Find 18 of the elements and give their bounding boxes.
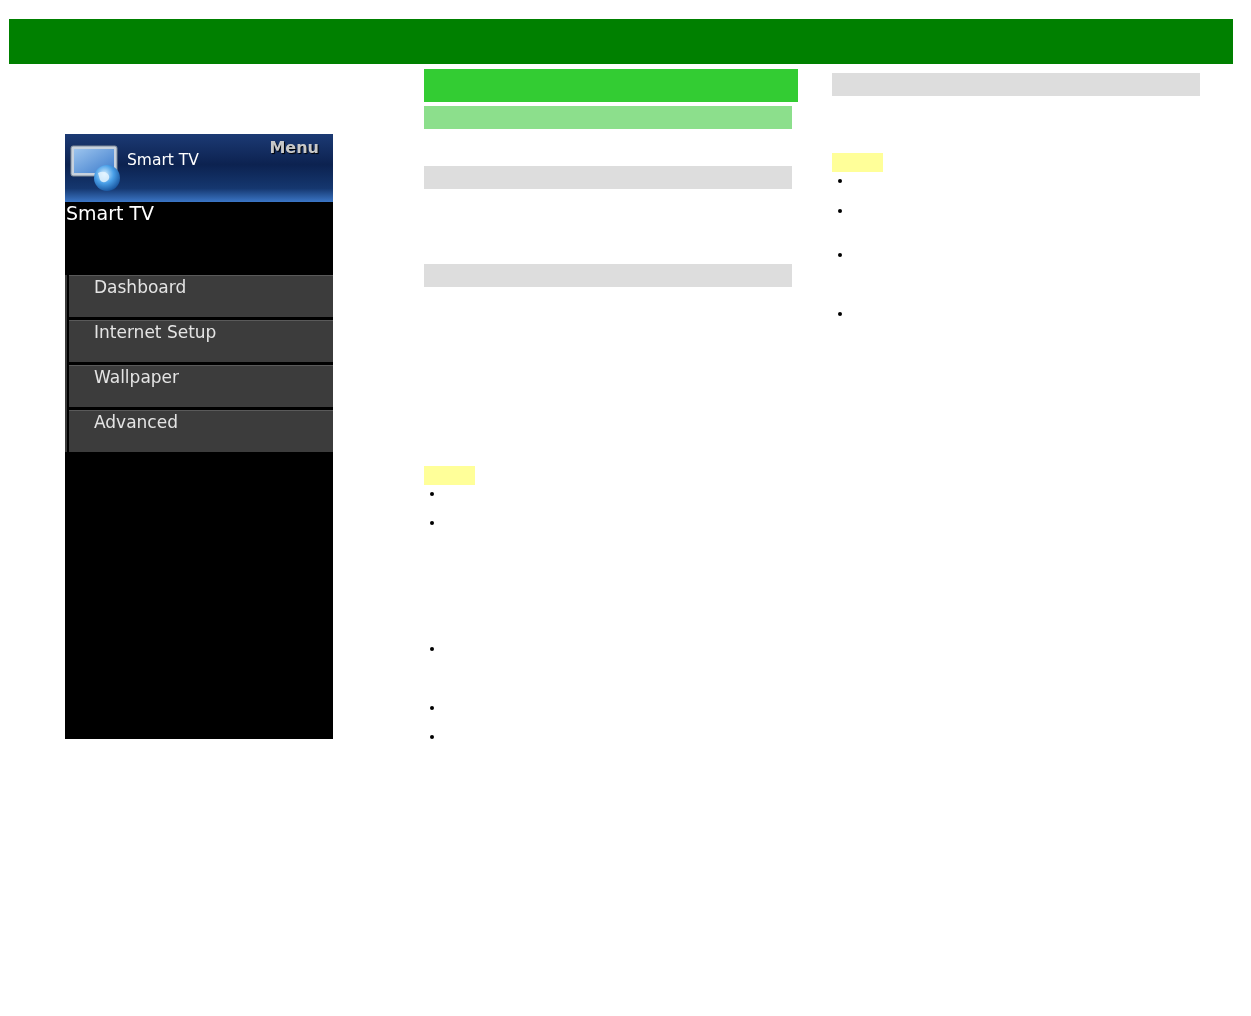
bullet-icon bbox=[838, 209, 842, 213]
note-tag bbox=[424, 466, 475, 485]
menu-item[interactable]: Dashboard bbox=[69, 275, 333, 317]
bullet-icon bbox=[430, 521, 434, 525]
bullet-icon bbox=[430, 735, 434, 739]
bullet-icon bbox=[838, 312, 842, 316]
menu-label: Menu bbox=[269, 138, 320, 158]
menu-item[interactable]: Wallpaper bbox=[69, 365, 333, 407]
menu-item[interactable]: Internet Setup bbox=[69, 320, 333, 362]
bullet-icon bbox=[838, 253, 842, 257]
note-tag bbox=[832, 153, 883, 172]
bullet-icon bbox=[430, 706, 434, 710]
bullet-icon bbox=[430, 492, 434, 496]
menu-header-title: Smart TV bbox=[127, 151, 199, 169]
menu-item[interactable]: Advanced bbox=[69, 410, 333, 452]
bullet-icon bbox=[430, 647, 434, 651]
bullet-icon bbox=[838, 179, 842, 183]
page-title: Smart TV bbox=[65, 202, 156, 226]
